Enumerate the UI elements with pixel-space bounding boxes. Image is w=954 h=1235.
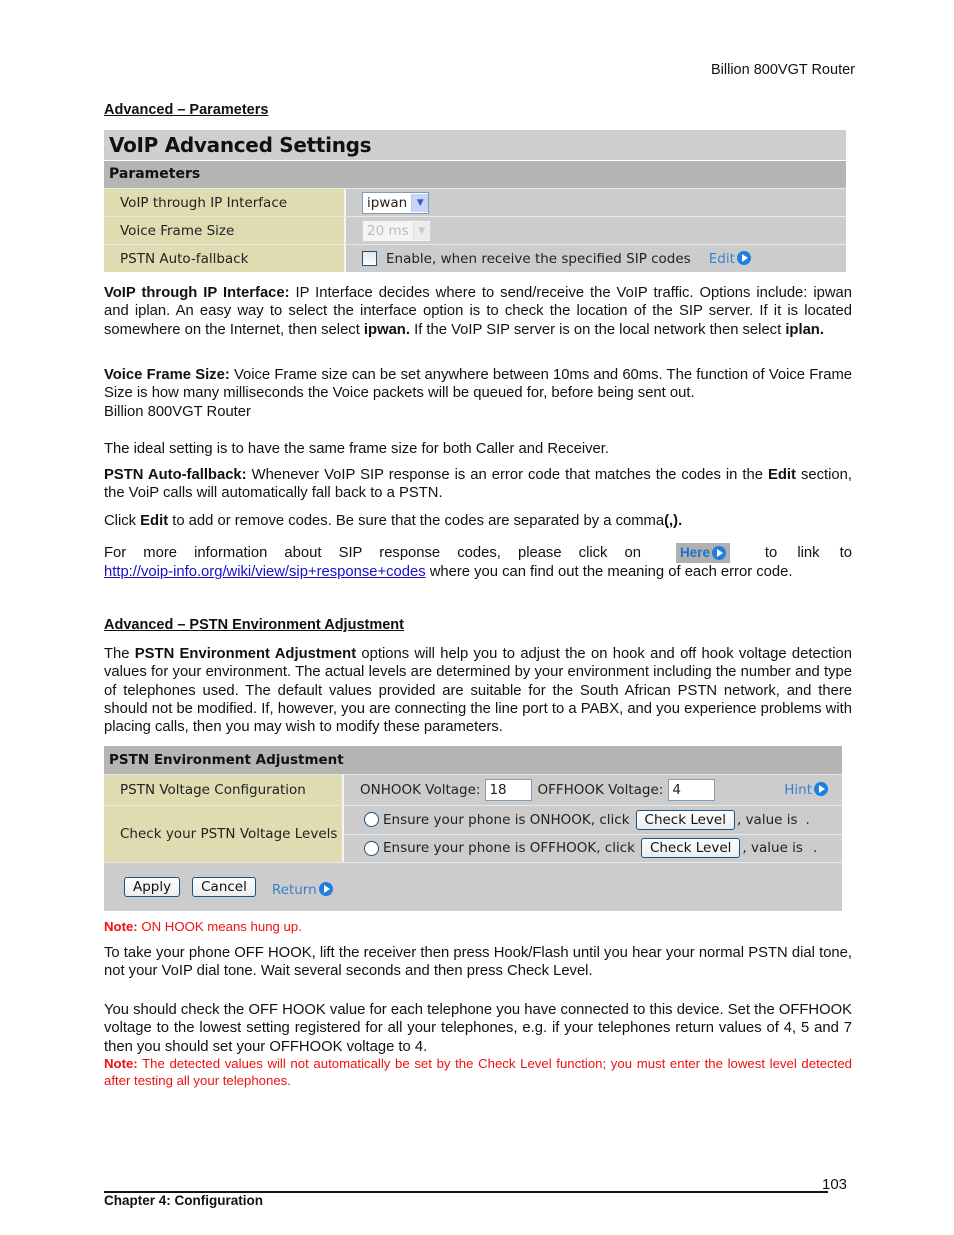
paragraph-ip-interface: VoIP through IP Interface: IP Interface …	[104, 284, 852, 339]
chevron-down-icon: ▼	[412, 221, 430, 240]
term: VoIP through IP Interface:	[104, 285, 290, 301]
paragraph-click-edit: Click Edit to add or remove codes. Be su…	[104, 512, 852, 530]
text: The detected values will not automatical…	[104, 1056, 852, 1088]
arrow-circle-icon	[318, 882, 333, 896]
panel-subtitle: Parameters	[104, 161, 846, 189]
chevron-down-icon: ▼	[411, 193, 429, 212]
row-pstn-voltage-config: PSTN Voltage Configuration ONHOOK Voltag…	[104, 775, 842, 806]
section-title-parameters: Advanced – Parameters	[104, 102, 269, 118]
row-label: PSTN Voltage Configuration	[104, 775, 344, 805]
text: , value is	[736, 811, 798, 828]
paragraph-off-hook: To take your phone OFF HOOK, lift the re…	[104, 945, 852, 980]
row-label: Check your PSTN Voltage Levels	[104, 806, 344, 862]
text: .	[805, 811, 810, 828]
row-check-voltage-levels: Check your PSTN Voltage Levels Ensure yo…	[104, 806, 842, 863]
chapter-label: Chapter 4: Configuration	[104, 1193, 263, 1208]
text: Billion 800VGT Router	[104, 403, 251, 420]
paragraph-check-off-hook: You should check the OFF HOOK value for …	[104, 1002, 852, 1055]
text: Ensure your phone is OFFHOOK, click	[383, 840, 635, 857]
term: ipwan.	[363, 321, 410, 338]
arrow-circle-icon	[736, 250, 751, 265]
section-title-pstn-environment: Advanced – PSTN Environment Adjustment	[104, 617, 404, 633]
text: ON HOOK means hung up.	[137, 919, 302, 934]
term: Edit	[768, 467, 796, 483]
row-voip-ip-interface: VoIP through IP Interface ipwan ▼	[104, 189, 846, 217]
paragraph-pstn-environment: The PSTN Environment Adjustment options …	[104, 645, 852, 736]
panel-subtitle: PSTN Environment Adjustment	[104, 746, 842, 775]
text: Whenever VoIP SIP response is an error c…	[246, 467, 769, 483]
arrow-circle-icon	[711, 546, 726, 560]
offhook-radio[interactable]	[364, 840, 379, 856]
text: Click	[104, 513, 141, 529]
here-label: Here	[679, 544, 710, 560]
panel-title: VoIP Advanced Settings	[104, 130, 846, 161]
voice-frame-size-select[interactable]: 20 ms ▼	[362, 219, 431, 242]
document-header-title: Billion 800VGT Router	[710, 62, 855, 78]
row-voice-frame-size: Voice Frame Size 20 ms ▼	[104, 217, 846, 245]
note-label: Note:	[104, 919, 138, 934]
term: Voice Frame Size:	[104, 367, 230, 383]
here-button[interactable]: Here	[675, 543, 730, 563]
text: , value is	[742, 840, 803, 857]
row-label: Voice Frame Size	[104, 217, 346, 244]
select-value: 20 ms	[367, 222, 409, 239]
edit-link[interactable]: Edit	[708, 250, 751, 267]
text: For more information about SIP response …	[104, 544, 642, 561]
voip-advanced-settings-panel: VoIP Advanced Settings Parameters VoIP t…	[104, 130, 846, 272]
text: .	[812, 840, 818, 857]
row-label: VoIP through IP Interface	[104, 189, 346, 216]
apply-button[interactable]: Apply	[124, 877, 181, 897]
onhook-check-row: Ensure your phone is ONHOOK, click Check…	[344, 806, 842, 835]
offhook-check-row: Ensure your phone is OFFHOOK, click Chec…	[344, 834, 842, 862]
ip-interface-select[interactable]: ipwan ▼	[362, 191, 430, 214]
term: PSTN Auto-fallback:	[104, 467, 247, 483]
term: (,).	[664, 513, 683, 529]
note-label: Note:	[104, 1056, 138, 1071]
note-detected-values: Note: The detected values will not autom…	[104, 1056, 852, 1089]
hint-label: Hint	[784, 782, 812, 798]
onhook-voltage-input[interactable]: 18	[485, 779, 533, 801]
term: iplan.	[785, 321, 824, 338]
text: If the VoIP SIP server is on the local n…	[409, 321, 786, 338]
text: Ensure your phone is ONHOOK, click	[383, 811, 630, 828]
checkbox-label: Enable, when receive the specified SIP c…	[386, 250, 691, 267]
text: The	[104, 646, 135, 662]
row-label: PSTN Auto-fallback	[104, 245, 346, 272]
pstn-environment-panel: PSTN Environment Adjustment PSTN Voltage…	[104, 746, 842, 911]
edit-link-label: Edit	[708, 250, 735, 267]
text: where you can find out the meaning of ea…	[425, 564, 793, 580]
term: Edit	[140, 513, 169, 529]
text: to add or remove codes. Be sure that the…	[168, 513, 665, 529]
onhook-label: ONHOOK Voltage:	[360, 782, 481, 798]
select-value: ipwan	[367, 194, 408, 211]
paragraph-sip-codes: For more information about SIP response …	[104, 543, 852, 581]
return-label: Return	[271, 882, 317, 898]
return-link[interactable]: Return	[272, 882, 333, 898]
paragraph-pstn-auto-fallback: PSTN Auto-fallback: Whenever VoIP SIP re…	[104, 466, 852, 503]
offhook-label: OFFHOOK Voltage:	[537, 782, 664, 798]
hint-link[interactable]: Hint	[784, 782, 828, 798]
text: to link to	[764, 544, 852, 561]
term: PSTN Environment Adjustment	[134, 646, 357, 662]
row-pstn-auto-fallback: PSTN Auto-fallback Enable, when receive …	[104, 245, 846, 272]
action-row: Apply Cancel Return	[104, 863, 842, 911]
sip-codes-url-link[interactable]: http://voip-info.org/wiki/view/sip+respo…	[104, 564, 426, 580]
cancel-button[interactable]: Cancel	[192, 877, 256, 897]
offhook-voltage-input[interactable]: 4	[668, 779, 716, 801]
note-on-hook: Note: ON HOOK means hung up.	[104, 919, 852, 936]
paragraph-voice-frame-size: Voice Frame Size: Voice Frame size can b…	[104, 366, 852, 421]
arrow-circle-icon	[814, 782, 828, 796]
check-level-onhook-button[interactable]: Check Level	[635, 809, 735, 830]
check-level-offhook-button[interactable]: Check Level	[640, 838, 741, 859]
paragraph-ideal-setting: The ideal setting is to have the same fr…	[104, 441, 609, 457]
onhook-radio[interactable]	[364, 812, 379, 828]
enable-fallback-checkbox[interactable]	[362, 251, 377, 266]
